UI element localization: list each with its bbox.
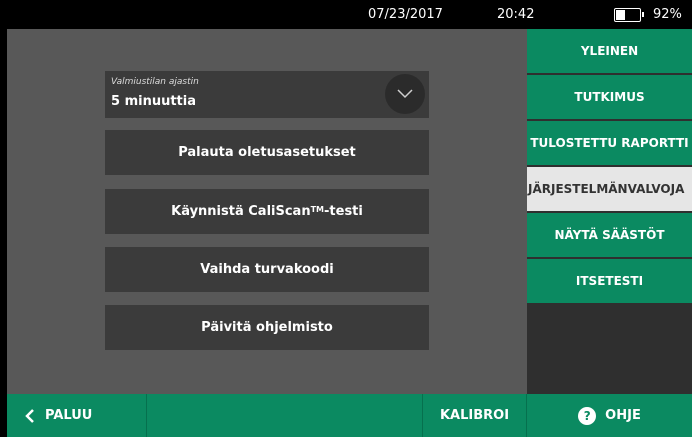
status-time: 20:42 [497,7,535,22]
menu-item-label: JÄRJESTELMÄNVALVOJA [528,182,685,196]
bottom-spacer [147,394,423,437]
update-software-button[interactable]: Päivitä ohjelmisto [105,305,429,350]
trademark-mark: TM [310,205,325,214]
change-passcode-button[interactable]: Vaihda turvakoodi [105,247,429,292]
reset-defaults-label: Palauta oletusasetukset [178,145,356,160]
battery-percent: 92% [653,7,682,22]
menu-item-label: TULOSTETTU RAPORTTI [530,136,689,150]
caliscan-suffix: -testi [324,204,363,219]
menu-item-label: TUTKIMUS [574,90,645,104]
update-software-label: Päivitä ohjelmisto [201,320,333,335]
change-passcode-label: Vaihda turvakoodi [200,262,334,277]
back-button[interactable]: PALUU [7,394,147,437]
settings-panel: Valmiustilan ajastin 5 minuuttia Palauta… [7,29,527,394]
status-date: 07/23/2017 [368,7,443,22]
menu-item-label: YLEINEN [580,44,639,58]
caliscan-test-button[interactable]: Käynnistä CaliScan TM -testi [105,189,429,234]
help-icon: ? [578,406,597,425]
calibrate-label: KALIBROI [439,408,510,423]
menu-item-display-savings[interactable]: NÄYTÄ SÄÄSTÖT [527,213,692,257]
chevron-left-icon [25,408,34,423]
menu-item-label: ITSETESTI [575,274,644,288]
menu-item-self-test[interactable]: ITSETESTI [527,259,692,303]
chevron-down-icon[interactable] [385,74,425,114]
back-label: PALUU [45,408,93,423]
help-button[interactable]: ? OHJE [527,394,692,437]
caliscan-label: Käynnistä CaliScan [171,204,311,219]
dropdown-label: Valmiustilan ajastin [111,77,199,87]
menu-item-exam[interactable]: TUTKIMUS [527,75,692,119]
help-label: OHJE [605,408,641,423]
bottom-bar: PALUU KALIBROI ? OHJE [7,394,692,437]
menu-item-administrator[interactable]: JÄRJESTELMÄNVALVOJA [527,167,692,211]
calibrate-button[interactable]: KALIBROI [423,394,527,437]
standby-timer-dropdown[interactable]: Valmiustilan ajastin 5 minuuttia [105,71,429,118]
menu-item-general[interactable]: YLEINEN [527,29,692,73]
battery-icon [614,8,644,22]
settings-menu: YLEINEN TUTKIMUS TULOSTETTU RAPORTTI JÄR… [527,29,692,394]
dropdown-value: 5 minuuttia [111,94,196,109]
reset-defaults-button[interactable]: Palauta oletusasetukset [105,130,429,175]
menu-item-printed-report[interactable]: TULOSTETTU RAPORTTI [527,121,692,165]
menu-item-label: NÄYTÄ SÄÄSTÖT [554,228,665,242]
status-bar: 07/23/2017 20:42 92% [0,0,692,29]
